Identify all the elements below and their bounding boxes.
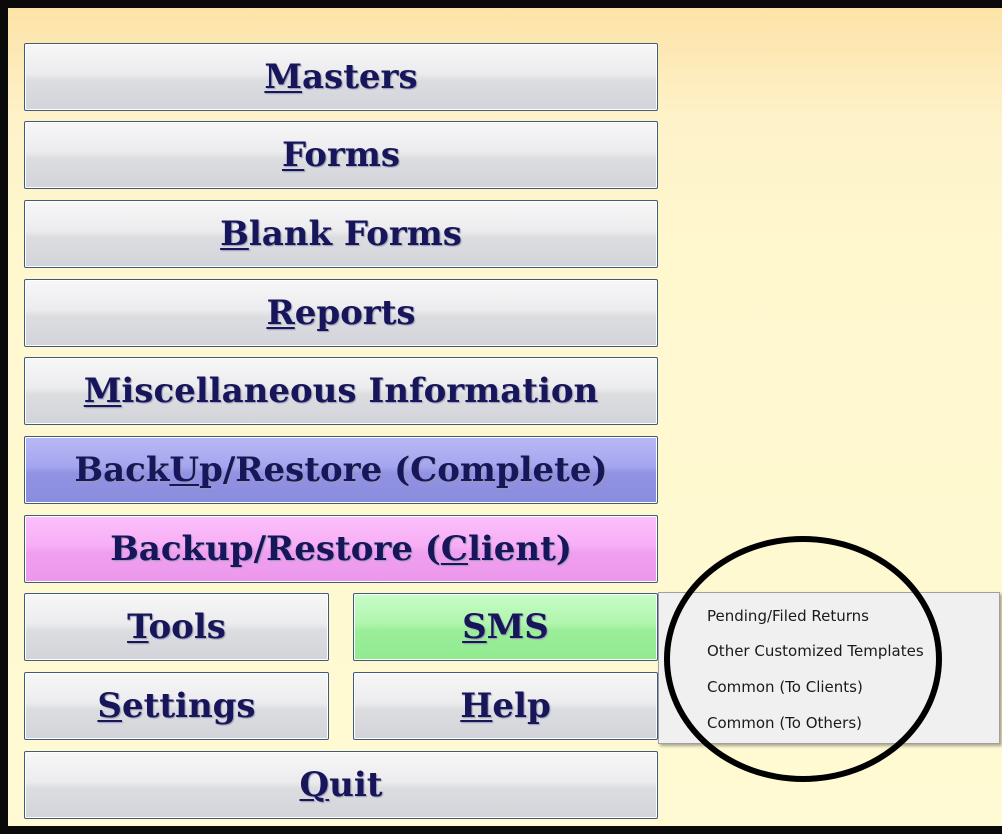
tools-label: Tools: [127, 607, 226, 647]
menu-item-pending-filed-returns[interactable]: Pending/Filed Returns: [659, 599, 999, 633]
sms-button[interactable]: SMS: [353, 593, 658, 661]
settings-label: Settings: [97, 686, 256, 726]
forms-button[interactable]: Forms: [24, 121, 658, 189]
menu-item-common-to-others[interactable]: Common (To Others): [659, 706, 999, 740]
quit-button[interactable]: Quit: [24, 751, 658, 819]
backup-restore-complete-label: BackUp/Restore (Complete): [74, 450, 608, 490]
tools-button[interactable]: Tools: [24, 593, 329, 661]
menu-item-label: Common (To Clients): [707, 678, 863, 696]
menu-item-label: Pending/Filed Returns: [707, 607, 869, 625]
help-button[interactable]: Help: [353, 672, 658, 740]
masters-label: Masters: [264, 57, 418, 97]
reports-label: Reports: [266, 293, 416, 333]
backup-restore-client-label: Backup/Restore (Client): [110, 529, 572, 569]
menu-item-label: Common (To Others): [707, 714, 862, 732]
miscellaneous-information-button[interactable]: Miscellaneous Information: [24, 357, 658, 425]
miscellaneous-information-label: Miscellaneous Information: [83, 371, 599, 411]
menu-item-common-to-clients[interactable]: Common (To Clients): [659, 670, 999, 704]
forms-label: Forms: [282, 135, 400, 175]
blank-forms-label: Blank Forms: [220, 214, 462, 254]
sms-context-menu: Pending/Filed Returns Other Customized T…: [658, 592, 1000, 744]
settings-button[interactable]: Settings: [24, 672, 329, 740]
help-label: Help: [460, 686, 551, 726]
backup-restore-client-button[interactable]: Backup/Restore (Client): [24, 515, 658, 583]
menu-item-other-customized-templates[interactable]: Other Customized Templates: [659, 634, 999, 668]
backup-restore-complete-button[interactable]: BackUp/Restore (Complete): [24, 436, 658, 504]
blank-forms-button[interactable]: Blank Forms: [24, 200, 658, 268]
sms-label: SMS: [462, 607, 549, 647]
masters-button[interactable]: Masters: [24, 43, 658, 111]
menu-item-label: Other Customized Templates: [707, 642, 924, 660]
quit-label: Quit: [299, 765, 383, 805]
reports-button[interactable]: Reports: [24, 279, 658, 347]
